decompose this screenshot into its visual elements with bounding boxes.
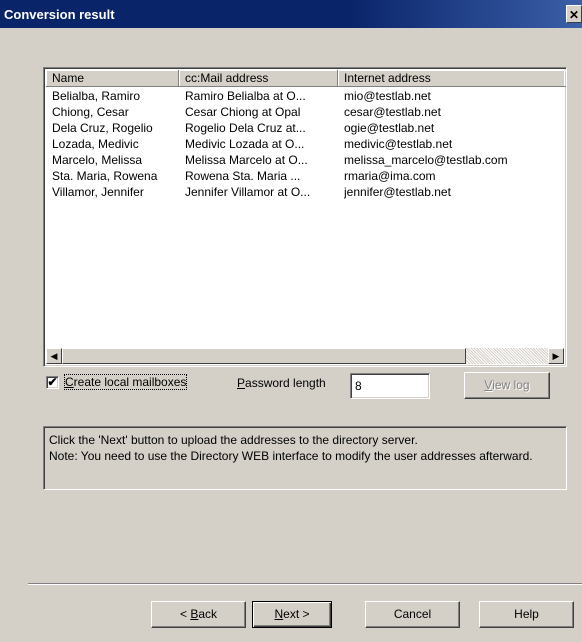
back-button[interactable]: < Back — [151, 601, 246, 628]
cell-internet: medivic@testlab.net — [344, 137, 453, 151]
cell-internet: melissa_marcelo@testlab.com — [344, 153, 508, 167]
help-button[interactable]: Help — [479, 601, 574, 628]
close-button[interactable]: ✕ — [566, 5, 582, 23]
cell-internet: jennifer@testlab.net — [344, 185, 451, 199]
horizontal-scrollbar[interactable]: ◀ ▶ — [46, 348, 564, 364]
password-length-accel: P — [237, 376, 246, 390]
cancel-button[interactable]: Cancel — [365, 601, 460, 628]
scroll-left-button[interactable]: ◀ — [46, 348, 62, 364]
create-mailboxes-text: reate local mailboxes — [73, 375, 187, 389]
table-row[interactable]: Dela Cruz, Rogelio Rogelio Dela Cruz at.… — [46, 121, 564, 137]
info-line: Note: You need to use the Directory WEB … — [49, 449, 533, 463]
next-button[interactable]: Next > — [252, 601, 332, 628]
cell-ccmail: Cesar Chiong at Opal — [185, 105, 301, 119]
help-text: Help — [514, 607, 539, 621]
window-title: Conversion result — [4, 7, 115, 22]
title-bar: Conversion result ✕ — [0, 0, 582, 28]
scroll-thumb[interactable] — [62, 348, 466, 364]
conversion-result-dialog: Conversion result ✕ Name cc:Mail address… — [0, 0, 582, 642]
cell-ccmail: Jennifer Villamor at O... — [185, 185, 311, 199]
cell-internet: mio@testlab.net — [344, 89, 431, 103]
table-row[interactable]: Chiong, Cesar Cesar Chiong at Opal cesar… — [46, 105, 564, 121]
cell-internet: ogie@testlab.net — [344, 121, 435, 135]
table-row[interactable]: Villamor, Jennifer Jennifer Villamor at … — [46, 185, 564, 201]
password-length-label: Password length — [237, 376, 326, 390]
column-header-label: Internet address — [344, 71, 431, 85]
create-mailboxes-accel: C — [65, 375, 74, 389]
view-log-text: iew log — [492, 378, 530, 392]
cancel-text: Cancel — [393, 607, 432, 621]
separator — [28, 583, 582, 585]
next-accel: N — [274, 607, 284, 621]
back-prefix: < — [179, 607, 191, 621]
back-text: ack — [198, 607, 218, 621]
table-row[interactable]: Belialba, Ramiro Ramiro Belialba at O...… — [46, 89, 564, 105]
info-line: Click the 'Next' button to upload the ad… — [49, 433, 418, 447]
cell-name: Marcelo, Melissa — [52, 153, 143, 167]
column-header-label: Name — [52, 71, 85, 85]
cell-ccmail: Ramiro Belialba at O... — [185, 89, 306, 103]
column-header-internet[interactable]: Internet address — [338, 70, 566, 87]
create-mailboxes-checkbox[interactable]: ✔ — [46, 376, 59, 389]
cell-internet: cesar@testlab.net — [344, 105, 441, 119]
cell-name: Chiong, Cesar — [52, 105, 129, 119]
list-header: Name cc:Mail address Internet address — [46, 70, 566, 87]
checkmark-icon: ✔ — [47, 375, 58, 389]
scroll-right-button[interactable]: ▶ — [548, 348, 564, 364]
password-length-input[interactable]: 8 — [350, 373, 430, 399]
cell-name: Villamor, Jennifer — [52, 185, 144, 199]
column-header-label: cc:Mail address — [185, 71, 269, 85]
password-length-text: assword length — [245, 376, 326, 390]
table-row[interactable]: Lozada, Medivic Medivic Lozada at O... m… — [46, 137, 564, 153]
close-icon: ✕ — [568, 8, 580, 22]
info-message: Click the 'Next' button to upload the ad… — [43, 426, 567, 490]
scroll-left-icon: ◀ — [50, 351, 58, 361]
cell-name: Belialba, Ramiro — [52, 89, 141, 103]
cell-name: Dela Cruz, Rogelio — [52, 121, 153, 135]
column-header-name[interactable]: Name — [46, 70, 179, 87]
cell-ccmail: Rogelio Dela Cruz at... — [185, 121, 306, 135]
cell-name: Sta. Maria, Rowena — [52, 169, 158, 183]
next-text: ext > — [283, 607, 310, 621]
cell-ccmail: Rowena Sta. Maria ... — [185, 169, 301, 183]
password-length-value: 8 — [355, 379, 362, 393]
column-header-ccmail[interactable]: cc:Mail address — [179, 70, 338, 87]
cell-ccmail: Medivic Lozada at O... — [185, 137, 305, 151]
address-list[interactable]: Name cc:Mail address Internet address Be… — [43, 67, 567, 367]
cell-internet: rmaria@ima.com — [344, 169, 436, 183]
cell-name: Lozada, Medivic — [52, 137, 139, 151]
scroll-right-icon: ▶ — [552, 351, 560, 361]
view-log-button[interactable]: View log — [464, 372, 550, 399]
create-mailboxes-label[interactable]: Create local mailboxes — [63, 374, 188, 390]
cell-ccmail: Melissa Marcelo at O... — [185, 153, 308, 167]
table-row[interactable]: Marcelo, Melissa Melissa Marcelo at O...… — [46, 153, 564, 169]
table-row[interactable]: Sta. Maria, Rowena Rowena Sta. Maria ...… — [46, 169, 564, 185]
